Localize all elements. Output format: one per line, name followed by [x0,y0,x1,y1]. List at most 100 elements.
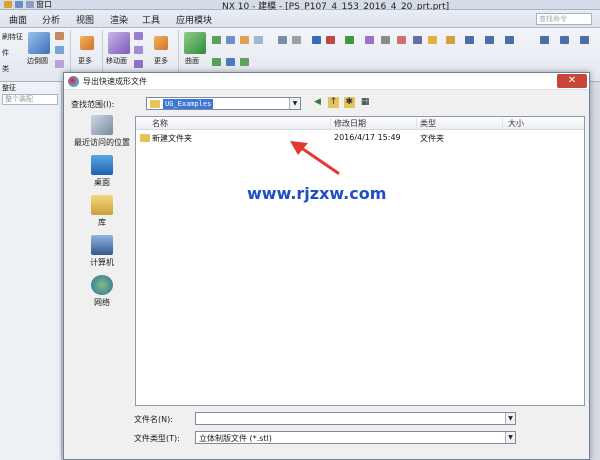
ribbon-label-part[interactable]: 件 [2,48,9,58]
undo-icon[interactable] [15,1,23,8]
folder-icon [140,134,150,142]
edge-blend-icon[interactable] [28,32,50,54]
place-network[interactable]: 网络 [71,275,133,307]
place-recent[interactable]: 最近访问的位置 [71,115,133,147]
file-type-label: 文件类型(T): [134,434,180,443]
note-tool-icon[interactable] [505,36,514,44]
report-tool-icon[interactable] [397,36,406,44]
ribbon-label-move-face[interactable]: 移动面 [106,56,127,66]
column-type[interactable]: 类型 [420,118,436,129]
ribbon-label-more-1[interactable]: 更多 [78,56,92,66]
up-folder-icon[interactable]: ↑ [327,97,339,108]
window-menu-label[interactable]: 窗口 [36,0,52,10]
assembly-filter-input[interactable]: 整个装配 [2,94,58,105]
shell-icon[interactable] [55,46,64,54]
gdt-tool-icon[interactable] [428,36,437,44]
dialog-app-icon [68,76,79,87]
menu-view[interactable]: 视图 [76,13,94,26]
file-name-label: 文件名(N): [134,415,173,424]
file-name-cell: 新建文件夹 [152,134,192,143]
place-desktop-label: 桌面 [94,178,110,187]
folder-icon [150,100,160,108]
navigator-tab-label[interactable]: 整征 [2,83,16,93]
mesh-tool-2-icon[interactable] [226,58,235,66]
file-list[interactable]: 名称 修改日期 类型 大小 新建文件夹 2016/4/17 15:49 文件夹 [135,116,585,406]
view-menu-icon[interactable]: ▦ [360,97,371,108]
analysis-tool-icon[interactable] [278,36,287,44]
check-tool-icon[interactable] [345,36,354,44]
window-menu-icon[interactable] [26,1,34,8]
chamfer-icon[interactable] [55,32,64,40]
nx-logo-icon [4,1,12,8]
place-library[interactable]: 库 [71,195,133,227]
close-button[interactable]: ✕ [557,74,587,88]
trim-tool-icon[interactable] [254,36,263,44]
chevron-down-icon[interactable]: ▼ [289,98,300,109]
place-desktop[interactable]: 桌面 [71,155,133,187]
surface-icon[interactable] [184,32,206,54]
more-sync-icon[interactable] [154,36,168,50]
offset-face-icon[interactable] [134,32,143,40]
measure-tool-icon[interactable] [413,36,422,44]
export-rapid-prototyping-dialog: 导出快速成形文件 ✕ 查找范围(I): UG_Examples ▼ ◀ ↑ ✱ … [63,72,590,460]
menu-applications[interactable]: 应用模块 [176,13,212,26]
menu-tools[interactable]: 工具 [142,13,160,26]
curve-tool-icon[interactable] [365,36,374,44]
label-tool-icon[interactable] [560,36,569,44]
look-in-dropdown[interactable]: UG_Examples ▼ [146,97,301,110]
place-computer-label: 计算机 [90,258,114,267]
menu-bar: 曲面 分析 视图 渲染 工具 应用模块 查找命令 [0,10,600,28]
triangle-tool-icon[interactable] [381,36,390,44]
ribbon-label-edge-blend[interactable]: 边倒圆 [27,56,48,66]
file-list-header: 名称 修改日期 类型 大小 [136,117,584,130]
window-title-bar: 窗口 NX 10 - 建模 - [PS_P107_4_153_2016_4_20… [0,0,600,12]
file-type-dropdown[interactable]: 立体制版文件 (*.stl) ▼ [195,431,516,444]
file-type-cell: 文件夹 [420,134,444,143]
table-row[interactable]: 新建文件夹 2016/4/17 15:49 文件夹 [136,132,584,144]
ribbon-label-feature[interactable]: 刷特征 [2,32,23,42]
file-name-input[interactable]: ▼ [195,412,516,425]
more-feature-icon[interactable] [80,36,94,50]
look-in-value: UG_Examples [163,99,214,109]
place-library-label: 库 [98,218,106,227]
watermark-text: www.rjzxw.com [247,184,387,203]
move-face-icon[interactable] [108,32,130,54]
ribbon-label-more-2[interactable]: 更多 [154,56,168,66]
replace-face-icon[interactable] [134,46,143,54]
command-search-input[interactable]: 查找命令 [536,13,592,25]
ribbon-label-class[interactable]: 类 [2,64,9,74]
callout-tool-icon[interactable] [580,36,589,44]
tolerance-tool-icon[interactable] [465,36,474,44]
chevron-down-icon[interactable]: ▼ [505,432,515,443]
library-icon [91,195,113,215]
dialog-title: 导出快速成形文件 [83,77,147,86]
surface-tool-2-icon[interactable] [212,58,221,66]
network-icon [91,275,113,295]
section-tool-icon[interactable] [292,36,301,44]
draft-icon[interactable] [55,60,64,68]
annotation-arrow-icon [290,141,340,175]
dimension-tool-icon[interactable] [446,36,455,44]
chevron-down-icon[interactable]: ▼ [505,413,515,424]
column-size[interactable]: 大小 [508,118,524,129]
datum-tool-icon[interactable] [485,36,494,44]
place-computer[interactable]: 计算机 [71,235,133,267]
pmi-tool-icon[interactable] [540,36,549,44]
column-date-modified[interactable]: 修改日期 [334,118,366,129]
cylinder-tool-icon[interactable] [312,36,321,44]
desktop-icon [91,155,113,175]
color-tool-icon[interactable] [326,36,335,44]
place-network-label: 网络 [94,298,110,307]
delete-face-icon[interactable] [134,60,143,68]
new-folder-icon[interactable]: ✱ [343,97,355,108]
mesh-tool-icon[interactable] [226,36,235,44]
surface-tool-icon[interactable] [212,36,221,44]
ribbon-label-surface[interactable]: 曲面 [185,56,199,66]
menu-surface[interactable]: 曲面 [9,13,27,26]
sweep-tool-icon[interactable] [240,36,249,44]
menu-render[interactable]: 渲染 [110,13,128,26]
menu-analysis[interactable]: 分析 [42,13,60,26]
column-name[interactable]: 名称 [152,118,168,129]
blend-tool-2-icon[interactable] [240,58,249,66]
back-arrow-icon[interactable]: ◀ [312,97,323,108]
